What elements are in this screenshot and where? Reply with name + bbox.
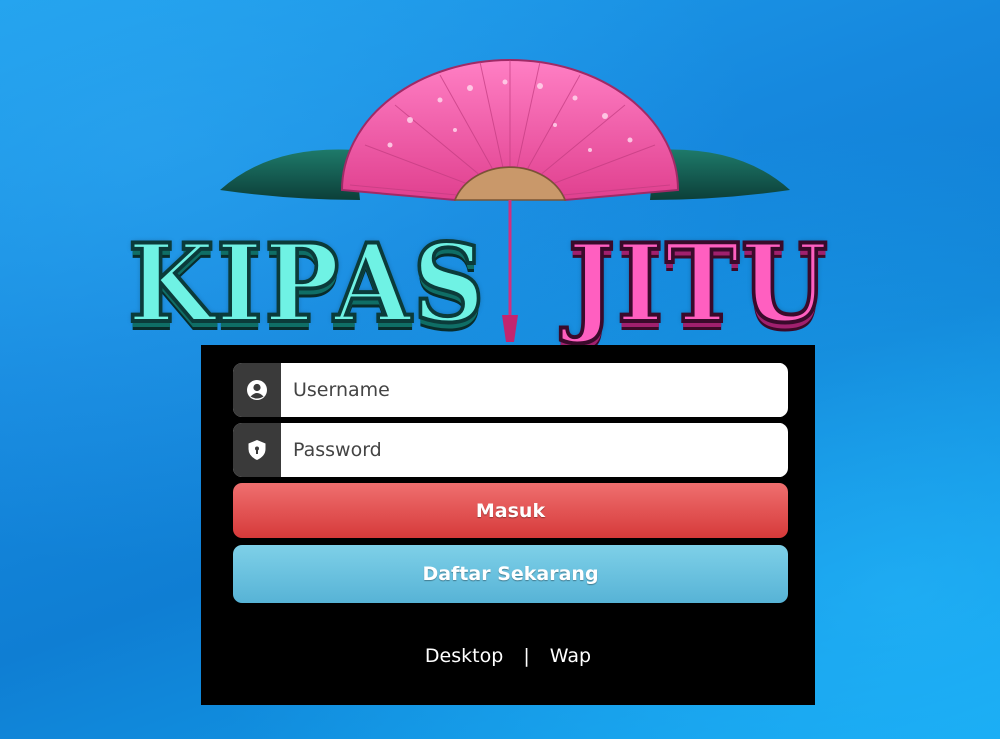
login-button[interactable]: Masuk	[233, 483, 788, 538]
shield-icon	[233, 423, 281, 477]
login-panel: Masuk Daftar Sekarang Desktop | Wap	[201, 345, 815, 705]
logo-word-jitu: JITU	[566, 221, 830, 347]
link-separator: |	[523, 645, 530, 667]
wap-link[interactable]: Wap	[550, 645, 591, 667]
password-field	[233, 423, 788, 477]
username-field	[233, 363, 788, 417]
site-logo: KIPAS JITU	[110, 50, 900, 345]
user-circle-icon	[233, 363, 281, 417]
view-mode-links: Desktop | Wap	[201, 645, 815, 667]
username-input[interactable]	[281, 363, 783, 417]
logo-word-kipas: KIPAS	[126, 221, 487, 347]
register-button[interactable]: Daftar Sekarang	[233, 545, 788, 603]
password-input[interactable]	[281, 423, 783, 477]
desktop-link[interactable]: Desktop	[425, 645, 503, 667]
